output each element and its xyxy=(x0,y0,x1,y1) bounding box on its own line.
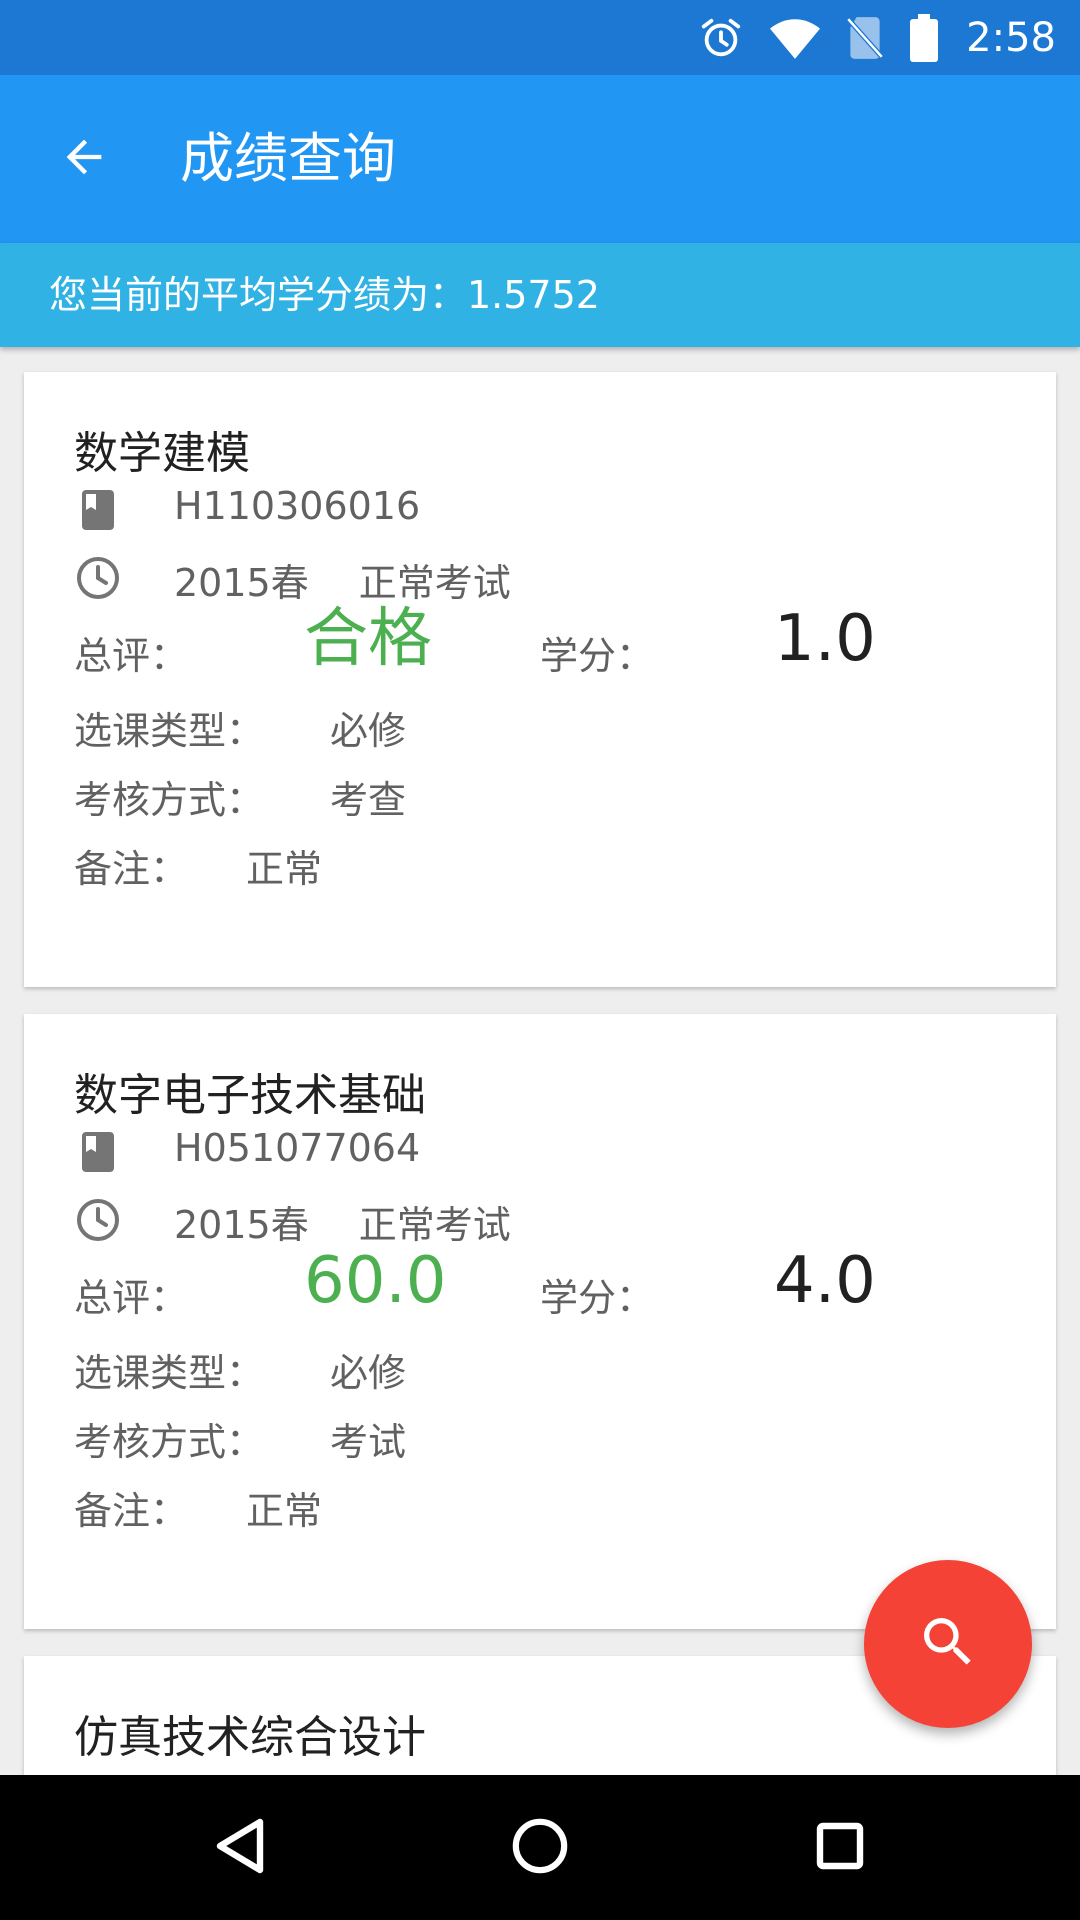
nav-back-button[interactable] xyxy=(160,1775,320,1920)
credit-value: 4.0 xyxy=(774,1244,876,1318)
overall-label: 总评： xyxy=(74,634,189,678)
gpa-text: 您当前的平均学分绩为：1.5752 xyxy=(49,273,600,317)
status-time: 2:58 xyxy=(966,14,1056,61)
assessment-value: 考查 xyxy=(330,778,407,822)
search-icon xyxy=(916,1610,980,1678)
credit-label: 学分： xyxy=(540,634,655,678)
overall-grade: 合格 xyxy=(304,602,432,676)
assessment-value: 考试 xyxy=(330,1420,407,1464)
no-sim-icon xyxy=(846,15,884,61)
course-type-label: 选课类型： xyxy=(74,1351,265,1395)
recents-square-icon xyxy=(814,1820,866,1876)
overall-label: 总评： xyxy=(74,1276,189,1320)
overall-grade: 60.0 xyxy=(304,1244,447,1318)
course-code: H110306016 xyxy=(174,484,421,528)
course-name: 数学建模 xyxy=(74,428,250,479)
course-term: 2015春 xyxy=(174,1203,309,1247)
wifi-icon xyxy=(770,15,821,61)
course-term: 2015春 xyxy=(174,561,309,605)
assessment-label: 考核方式： xyxy=(74,1420,265,1464)
clock-icon xyxy=(74,554,122,602)
course-type-value: 必修 xyxy=(330,1351,407,1395)
alarm-icon xyxy=(698,15,744,61)
page-title: 成绩查询 xyxy=(180,127,396,190)
home-circle-icon xyxy=(511,1817,569,1879)
clock-icon xyxy=(74,1196,122,1244)
assessment-label: 考核方式： xyxy=(74,778,265,822)
exam-type: 正常考试 xyxy=(358,561,511,605)
course-card[interactable]: 数学建模 H110306016 2015春 正常考试 总评： 合格 学分： 1.0… xyxy=(24,372,1056,987)
back-button[interactable] xyxy=(44,119,124,199)
course-card[interactable]: 数字电子技术基础 H051077064 2015春 正常考试 总评： 60.0 学… xyxy=(24,1014,1056,1629)
course-list[interactable]: 数学建模 H110306016 2015春 正常考试 总评： 合格 学分： 1.0… xyxy=(0,347,1080,1775)
credit-value: 1.0 xyxy=(774,602,876,676)
course-term-row: 2015春 正常考试 xyxy=(174,1194,511,1249)
book-icon xyxy=(74,486,122,534)
remark-label: 备注： xyxy=(74,847,189,891)
nav-recents-button[interactable] xyxy=(760,1775,920,1920)
app-bar: 成绩查询 xyxy=(0,75,1080,243)
credit-label: 学分： xyxy=(540,1276,655,1320)
course-code: H051077064 xyxy=(174,1126,421,1170)
course-name: 仿真技术综合设计 xyxy=(74,1712,426,1763)
gpa-banner: 您当前的平均学分绩为：1.5752 xyxy=(0,243,1080,347)
course-type-value: 必修 xyxy=(330,709,407,753)
remark-label: 备注： xyxy=(74,1489,189,1533)
status-bar: 2:58 xyxy=(0,0,1080,75)
exam-type: 正常考试 xyxy=(358,1203,511,1247)
book-icon xyxy=(74,1128,122,1176)
battery-icon xyxy=(910,13,939,62)
course-type-label: 选课类型： xyxy=(74,709,265,753)
nav-home-button[interactable] xyxy=(460,1775,620,1920)
nav-bar xyxy=(0,1775,1080,1920)
back-triangle-icon xyxy=(212,1816,268,1880)
course-term-row: 2015春 正常考试 xyxy=(174,552,511,607)
arrow-back-icon xyxy=(58,131,110,187)
remark-value: 正常 xyxy=(246,1489,323,1533)
status-icons: 2:58 xyxy=(698,0,1056,75)
search-fab-button[interactable] xyxy=(864,1560,1032,1728)
course-name: 数字电子技术基础 xyxy=(74,1070,426,1121)
remark-value: 正常 xyxy=(246,847,323,891)
